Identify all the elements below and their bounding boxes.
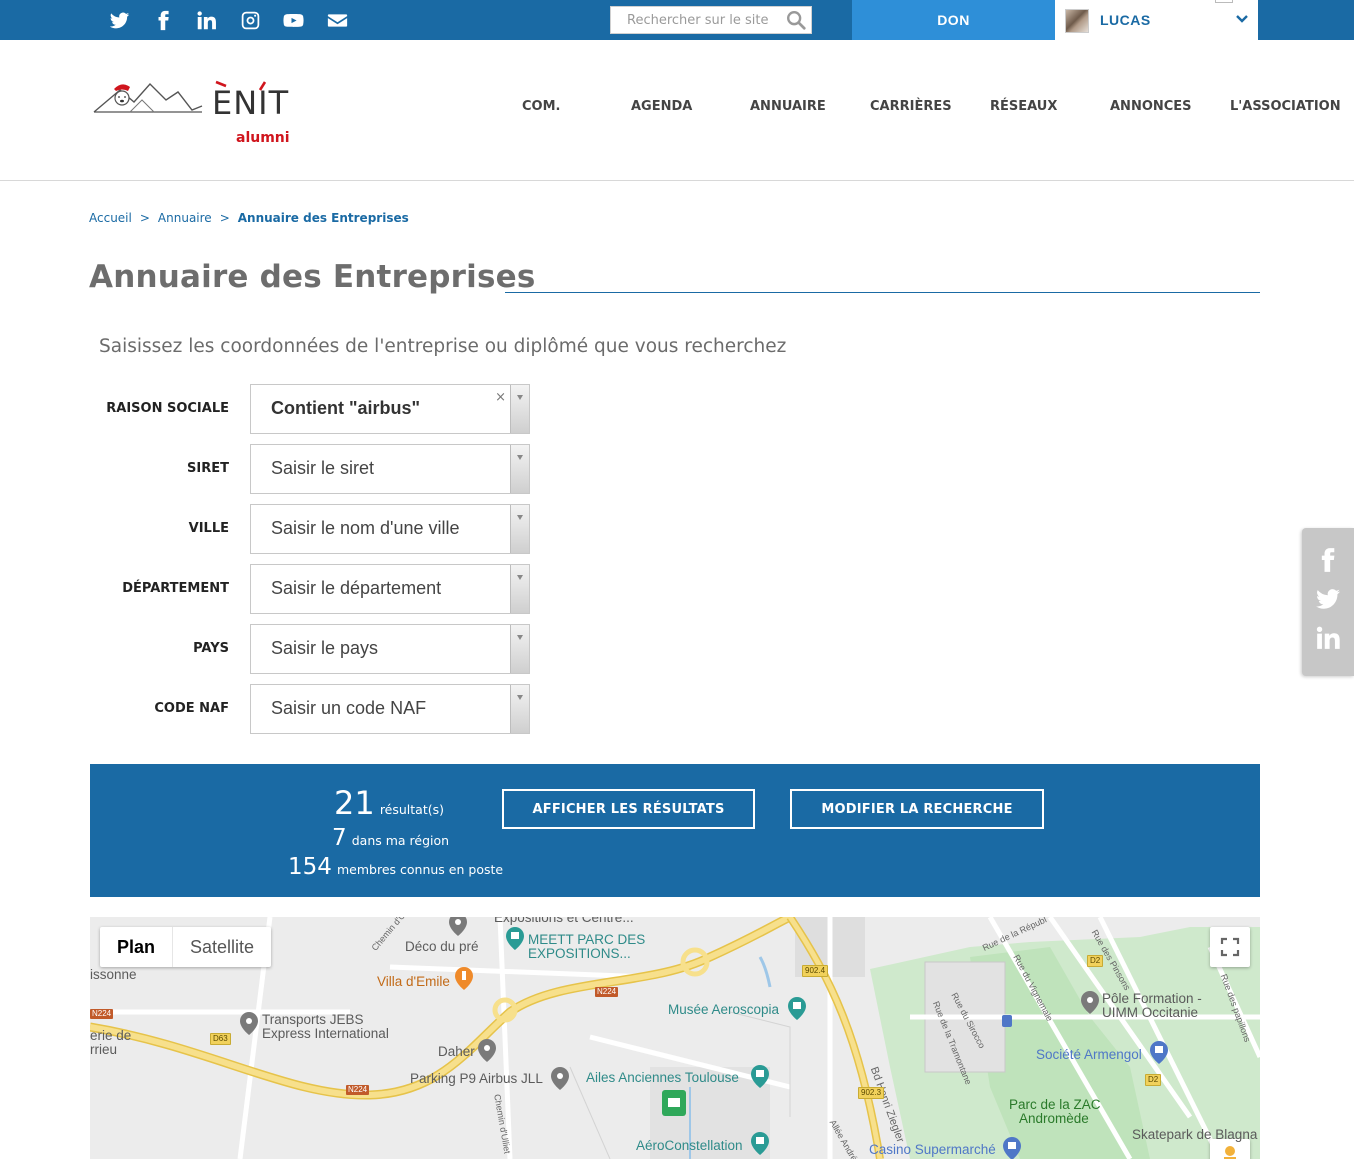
share-facebook-icon[interactable] [1315,547,1341,573]
dropdown-arrow-icon[interactable] [510,565,529,613]
title-divider [505,292,1260,293]
select-placeholder: Saisir le nom d'une ville [271,518,460,538]
nav-item-com[interactable]: COM. [522,99,560,114]
user-name: LUCAS [1100,12,1151,28]
museum-pin-icon [751,1065,769,1088]
modify-search-button[interactable]: MODIFIER LA RECHERCHE [790,789,1044,829]
donate-button[interactable]: DON [852,0,1055,40]
show-results-button[interactable]: AFFICHER LES RÉSULTATS [502,789,755,829]
region-count-number: 7 [332,825,347,851]
result-count: 21 résultat(s) [334,784,444,822]
members-count: 154 membres connus en poste [288,854,503,880]
breadcrumb-separator: > [219,211,230,225]
nav-item-annonces[interactable]: ANNONCES [1110,99,1192,114]
map-pin-icon [449,917,467,936]
members-count-label: membres connus en poste [337,862,504,877]
field-label: SIRET [187,461,229,476]
dropdown-arrow-icon[interactable] [510,445,529,493]
breadcrumb-home[interactable]: Accueil [89,211,132,225]
map[interactable]: Plan Satellite Expositions et Centre... … [90,917,1260,1159]
avatar [1065,9,1089,33]
dropdown-arrow-icon[interactable] [510,385,529,433]
nav-item-agenda[interactable]: AGENDA [631,99,692,114]
map-pin-icon [1081,991,1099,1014]
dropdown-arrow-icon[interactable] [510,625,529,673]
field-label: CODE NAF [154,701,229,716]
field-label: PAYS [193,641,229,656]
field-raison-sociale: RAISON SOCIALE Contient "airbus" × [90,384,530,434]
result-count-label: résultat(s) [379,802,445,817]
map-pins [240,917,1168,1159]
select-value: Contient "airbus" [271,398,421,418]
share-twitter-icon[interactable] [1315,586,1341,612]
shopping-pin-icon [1003,1137,1021,1159]
logo-text: ENIT [212,84,289,122]
social-links [98,9,359,31]
select-placeholder: Saisir le pays [271,638,379,658]
chevron-down-icon[interactable] [1235,12,1249,26]
share-linkedin-icon[interactable] [1315,625,1341,651]
nav-item-association[interactable]: L'ASSOCIATION [1230,99,1341,114]
breadcrumb-separator: > [139,211,150,225]
linkedin-icon[interactable] [185,9,229,31]
ville-select[interactable]: Saisir le nom d'une ville [250,504,530,554]
shopping-pin-icon [1150,1041,1168,1064]
tab-marker [1215,0,1233,3]
side-share-panel [1302,528,1354,676]
instagram-icon[interactable] [229,9,273,31]
page-title: Annuaire des Entreprises [89,259,536,295]
twitter-icon[interactable] [98,9,142,31]
map-pin-icon [506,927,524,950]
map-pin-icon [551,1067,569,1090]
restaurant-pin-icon [455,967,473,990]
field-label: DÉPARTEMENT [122,581,229,596]
clear-icon[interactable]: × [495,390,506,405]
field-departement: DÉPARTEMENT Saisir le département [90,564,530,614]
museum-pin-icon [751,1132,769,1155]
field-siret: SIRET Saisir le siret [90,444,530,494]
map-pin-icon [240,1012,258,1035]
region-count-label: dans ma région [351,833,450,848]
result-count-number: 21 [334,784,375,822]
nav-item-reseaux[interactable]: RÉSEAUX [990,99,1057,114]
envelope-icon[interactable] [316,9,360,31]
top-bar: DON LUCAS [0,0,1354,40]
field-pays: PAYS Saisir le pays [90,624,530,674]
dropdown-arrow-icon[interactable] [510,685,529,733]
siret-select[interactable]: Saisir le siret [250,444,530,494]
bus-stop-icon [1002,1015,1012,1027]
field-code-naf: CODE NAF Saisir un code NAF [90,684,530,734]
intro-text: Saisissez les coordonnées de l'entrepris… [99,336,787,357]
region-count: 7 dans ma région [332,825,449,851]
logo-subtitle: alumni [236,130,290,146]
search-input[interactable] [611,7,781,33]
members-count-number: 154 [288,854,332,880]
user-menu[interactable]: LUCAS [1055,0,1258,40]
breadcrumb-annuaire[interactable]: Annuaire [158,211,212,225]
museum-pin-icon [788,997,806,1020]
field-label: VILLE [188,521,229,536]
youtube-icon[interactable] [272,9,316,31]
field-label: RAISON SOCIALE [106,401,229,416]
raison-sociale-select[interactable]: Contient "airbus" × [250,384,530,434]
breadcrumb: Accueil > Annuaire > Annuaire des Entreprise… [89,211,409,225]
select-placeholder: Saisir le département [271,578,442,598]
code-naf-select[interactable]: Saisir un code NAF [250,684,530,734]
map-pin-icon [478,1039,496,1062]
departement-select[interactable]: Saisir le département [250,564,530,614]
briefcase-pin-icon [662,1090,686,1116]
facebook-icon[interactable] [142,9,186,31]
pays-select[interactable]: Saisir le pays [250,624,530,674]
site-search [610,6,812,34]
nav-item-carrieres[interactable]: CARRIÈRES [870,99,952,114]
results-summary: 21 résultat(s) 7 dans ma région 154 memb… [90,764,1260,897]
select-placeholder: Saisir le siret [271,458,375,478]
site-header: ENIT alumni COM. AGENDA ANNUAIRE CARRIÈR… [0,40,1354,181]
nav-item-annuaire[interactable]: ANNUAIRE [750,99,826,114]
dropdown-arrow-icon[interactable] [510,505,529,553]
search-icon[interactable] [785,9,807,31]
select-placeholder: Saisir un code NAF [271,698,427,718]
field-ville: VILLE Saisir le nom d'une ville [90,504,530,554]
breadcrumb-current: Annuaire des Entreprises [237,211,409,225]
